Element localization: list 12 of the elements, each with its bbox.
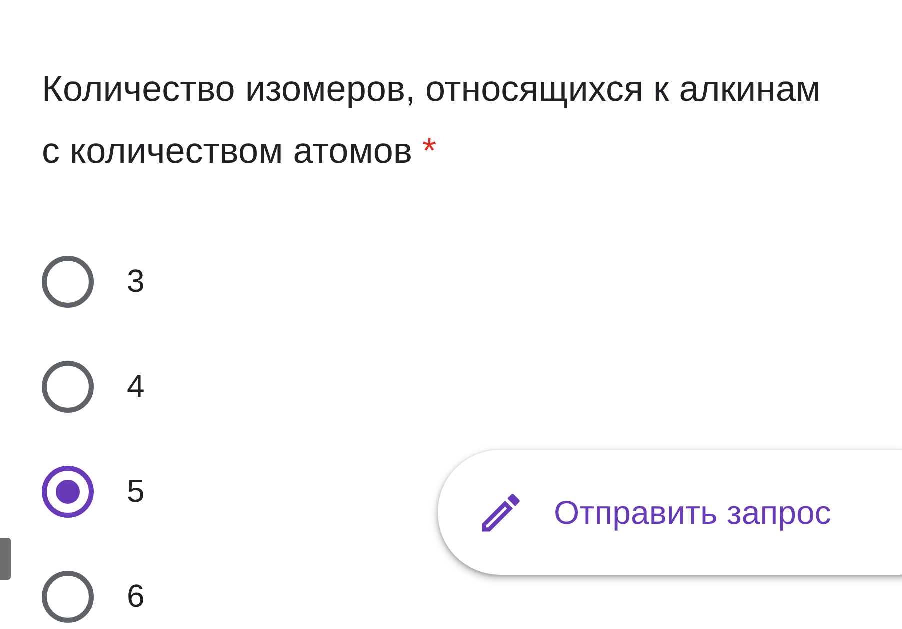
- radio-button[interactable]: [42, 256, 94, 308]
- radio-button[interactable]: [42, 360, 94, 412]
- question-text: Количество изомеров, относящихся к алкинам с количеством атомов *: [42, 67, 822, 173]
- radio-button[interactable]: [42, 466, 94, 518]
- radio-button[interactable]: [42, 570, 94, 622]
- option-label: 5: [127, 473, 145, 510]
- option-label: 4: [127, 368, 145, 405]
- option-label: 6: [127, 578, 145, 615]
- required-mark: *: [422, 130, 437, 171]
- option-label: 3: [127, 263, 145, 300]
- edit-response-button[interactable]: Отправить запрос: [438, 450, 902, 575]
- scroll-handle[interactable]: [0, 538, 11, 580]
